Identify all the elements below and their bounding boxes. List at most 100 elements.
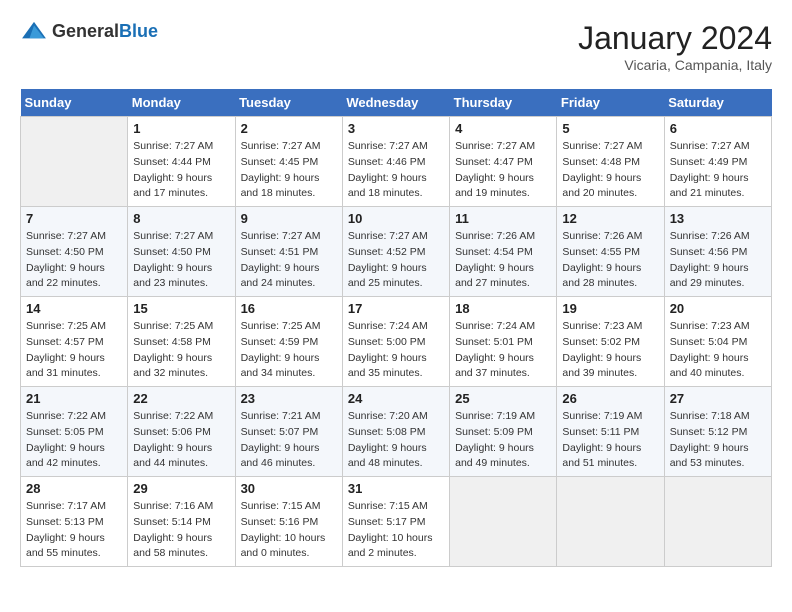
day-number: 25 <box>455 391 551 406</box>
calendar-cell: 8 Sunrise: 7:27 AMSunset: 4:50 PMDaylight… <box>128 207 235 297</box>
calendar-week-4: 21 Sunrise: 7:22 AMSunset: 5:05 PMDayligh… <box>21 387 772 477</box>
day-info: Sunrise: 7:20 AMSunset: 5:08 PMDaylight:… <box>348 409 444 472</box>
day-number: 19 <box>562 301 658 316</box>
calendar-week-1: 1 Sunrise: 7:27 AMSunset: 4:44 PMDaylight… <box>21 117 772 207</box>
logo: GeneralBlue <box>20 20 158 42</box>
day-info: Sunrise: 7:23 AMSunset: 5:04 PMDaylight:… <box>670 319 766 382</box>
calendar-header: Sunday Monday Tuesday Wednesday Thursday… <box>21 89 772 117</box>
day-number: 9 <box>241 211 337 226</box>
calendar-cell: 18 Sunrise: 7:24 AMSunset: 5:01 PMDayligh… <box>450 297 557 387</box>
calendar-cell: 23Sunrise: 7:21 AMSunset: 5:07 PMDayligh… <box>235 387 342 477</box>
day-info: Sunrise: 7:27 AMSunset: 4:50 PMDaylight:… <box>26 229 122 292</box>
calendar-cell: 16 Sunrise: 7:25 AMSunset: 4:59 PMDayligh… <box>235 297 342 387</box>
calendar-cell: 26 Sunrise: 7:19 AMSunset: 5:11 PMDayligh… <box>557 387 664 477</box>
col-saturday: Saturday <box>664 89 771 117</box>
day-number: 22 <box>133 391 229 406</box>
day-info: Sunrise: 7:27 AMSunset: 4:44 PMDaylight:… <box>133 139 229 202</box>
day-info: Sunrise: 7:25 AMSunset: 4:58 PMDaylight:… <box>133 319 229 382</box>
calendar-cell: 22 Sunrise: 7:22 AMSunset: 5:06 PMDayligh… <box>128 387 235 477</box>
page-header: GeneralBlue January 2024 Vicaria, Campan… <box>20 20 772 73</box>
location: Vicaria, Campania, Italy <box>578 57 772 73</box>
calendar-cell: 15Sunrise: 7:25 AMSunset: 4:58 PMDayligh… <box>128 297 235 387</box>
calendar-cell <box>450 477 557 567</box>
day-number: 26 <box>562 391 658 406</box>
day-number: 29 <box>133 481 229 496</box>
day-info: Sunrise: 7:24 AMSunset: 5:00 PMDaylight:… <box>348 319 444 382</box>
day-info: Sunrise: 7:22 AMSunset: 5:05 PMDaylight:… <box>26 409 122 472</box>
day-number: 21 <box>26 391 122 406</box>
day-info: Sunrise: 7:23 AMSunset: 5:02 PMDaylight:… <box>562 319 658 382</box>
day-info: Sunrise: 7:27 AMSunset: 4:52 PMDaylight:… <box>348 229 444 292</box>
header-row: Sunday Monday Tuesday Wednesday Thursday… <box>21 89 772 117</box>
day-info: Sunrise: 7:17 AMSunset: 5:13 PMDaylight:… <box>26 499 122 562</box>
calendar-cell: 20 Sunrise: 7:23 AMSunset: 5:04 PMDayligh… <box>664 297 771 387</box>
day-info: Sunrise: 7:27 AMSunset: 4:47 PMDaylight:… <box>455 139 551 202</box>
calendar-cell: 1 Sunrise: 7:27 AMSunset: 4:44 PMDaylight… <box>128 117 235 207</box>
day-info: Sunrise: 7:25 AMSunset: 4:57 PMDaylight:… <box>26 319 122 382</box>
calendar-week-3: 14 Sunrise: 7:25 AMSunset: 4:57 PMDayligh… <box>21 297 772 387</box>
day-info: Sunrise: 7:26 AMSunset: 4:54 PMDaylight:… <box>455 229 551 292</box>
day-number: 8 <box>133 211 229 226</box>
day-info: Sunrise: 7:27 AMSunset: 4:49 PMDaylight:… <box>670 139 766 202</box>
calendar-week-2: 7 Sunrise: 7:27 AMSunset: 4:50 PMDaylight… <box>21 207 772 297</box>
day-number: 20 <box>670 301 766 316</box>
calendar-cell: 11Sunrise: 7:26 AMSunset: 4:54 PMDayligh… <box>450 207 557 297</box>
day-number: 31 <box>348 481 444 496</box>
day-number: 12 <box>562 211 658 226</box>
calendar-cell <box>664 477 771 567</box>
day-number: 1 <box>133 121 229 136</box>
day-info: Sunrise: 7:25 AMSunset: 4:59 PMDaylight:… <box>241 319 337 382</box>
day-number: 16 <box>241 301 337 316</box>
title-block: January 2024 Vicaria, Campania, Italy <box>578 20 772 73</box>
day-info: Sunrise: 7:15 AMSunset: 5:16 PMDaylight:… <box>241 499 337 562</box>
calendar-cell: 14 Sunrise: 7:25 AMSunset: 4:57 PMDayligh… <box>21 297 128 387</box>
calendar-cell: 5 Sunrise: 7:27 AMSunset: 4:48 PMDaylight… <box>557 117 664 207</box>
day-info: Sunrise: 7:15 AMSunset: 5:17 PMDaylight:… <box>348 499 444 562</box>
calendar-cell: 28Sunrise: 7:17 AMSunset: 5:13 PMDayligh… <box>21 477 128 567</box>
day-number: 6 <box>670 121 766 136</box>
calendar-cell: 10 Sunrise: 7:27 AMSunset: 4:52 PMDayligh… <box>342 207 449 297</box>
calendar-cell: 31 Sunrise: 7:15 AMSunset: 5:17 PMDayligh… <box>342 477 449 567</box>
col-friday: Friday <box>557 89 664 117</box>
calendar-cell: 25 Sunrise: 7:19 AMSunset: 5:09 PMDayligh… <box>450 387 557 477</box>
day-number: 14 <box>26 301 122 316</box>
day-number: 2 <box>241 121 337 136</box>
day-info: Sunrise: 7:22 AMSunset: 5:06 PMDaylight:… <box>133 409 229 472</box>
calendar-cell: 7 Sunrise: 7:27 AMSunset: 4:50 PMDaylight… <box>21 207 128 297</box>
col-wednesday: Wednesday <box>342 89 449 117</box>
day-number: 27 <box>670 391 766 406</box>
logo-icon <box>20 20 48 42</box>
calendar-cell: 24Sunrise: 7:20 AMSunset: 5:08 PMDayligh… <box>342 387 449 477</box>
calendar-cell: 2 Sunrise: 7:27 AMSunset: 4:45 PMDaylight… <box>235 117 342 207</box>
calendar-cell: 6 Sunrise: 7:27 AMSunset: 4:49 PMDaylight… <box>664 117 771 207</box>
day-info: Sunrise: 7:27 AMSunset: 4:50 PMDaylight:… <box>133 229 229 292</box>
logo-general: General <box>52 21 119 41</box>
calendar-body: 1 Sunrise: 7:27 AMSunset: 4:44 PMDaylight… <box>21 117 772 567</box>
day-number: 13 <box>670 211 766 226</box>
calendar-cell <box>21 117 128 207</box>
calendar-cell: 21 Sunrise: 7:22 AMSunset: 5:05 PMDayligh… <box>21 387 128 477</box>
day-number: 5 <box>562 121 658 136</box>
logo-blue: Blue <box>119 21 158 41</box>
day-info: Sunrise: 7:27 AMSunset: 4:48 PMDaylight:… <box>562 139 658 202</box>
day-number: 10 <box>348 211 444 226</box>
calendar-cell: 30 Sunrise: 7:15 AMSunset: 5:16 PMDayligh… <box>235 477 342 567</box>
calendar-cell: 29Sunrise: 7:16 AMSunset: 5:14 PMDayligh… <box>128 477 235 567</box>
day-number: 30 <box>241 481 337 496</box>
col-tuesday: Tuesday <box>235 89 342 117</box>
calendar-cell: 4 Sunrise: 7:27 AMSunset: 4:47 PMDaylight… <box>450 117 557 207</box>
day-number: 17 <box>348 301 444 316</box>
day-number: 23 <box>241 391 337 406</box>
day-number: 18 <box>455 301 551 316</box>
day-info: Sunrise: 7:19 AMSunset: 5:09 PMDaylight:… <box>455 409 551 472</box>
day-info: Sunrise: 7:27 AMSunset: 4:45 PMDaylight:… <box>241 139 337 202</box>
day-info: Sunrise: 7:24 AMSunset: 5:01 PMDaylight:… <box>455 319 551 382</box>
calendar-table: Sunday Monday Tuesday Wednesday Thursday… <box>20 89 772 567</box>
day-info: Sunrise: 7:27 AMSunset: 4:51 PMDaylight:… <box>241 229 337 292</box>
day-info: Sunrise: 7:26 AMSunset: 4:55 PMDaylight:… <box>562 229 658 292</box>
day-number: 4 <box>455 121 551 136</box>
calendar-cell: 13Sunrise: 7:26 AMSunset: 4:56 PMDayligh… <box>664 207 771 297</box>
logo-text: GeneralBlue <box>52 21 158 42</box>
day-number: 7 <box>26 211 122 226</box>
day-info: Sunrise: 7:19 AMSunset: 5:11 PMDaylight:… <box>562 409 658 472</box>
